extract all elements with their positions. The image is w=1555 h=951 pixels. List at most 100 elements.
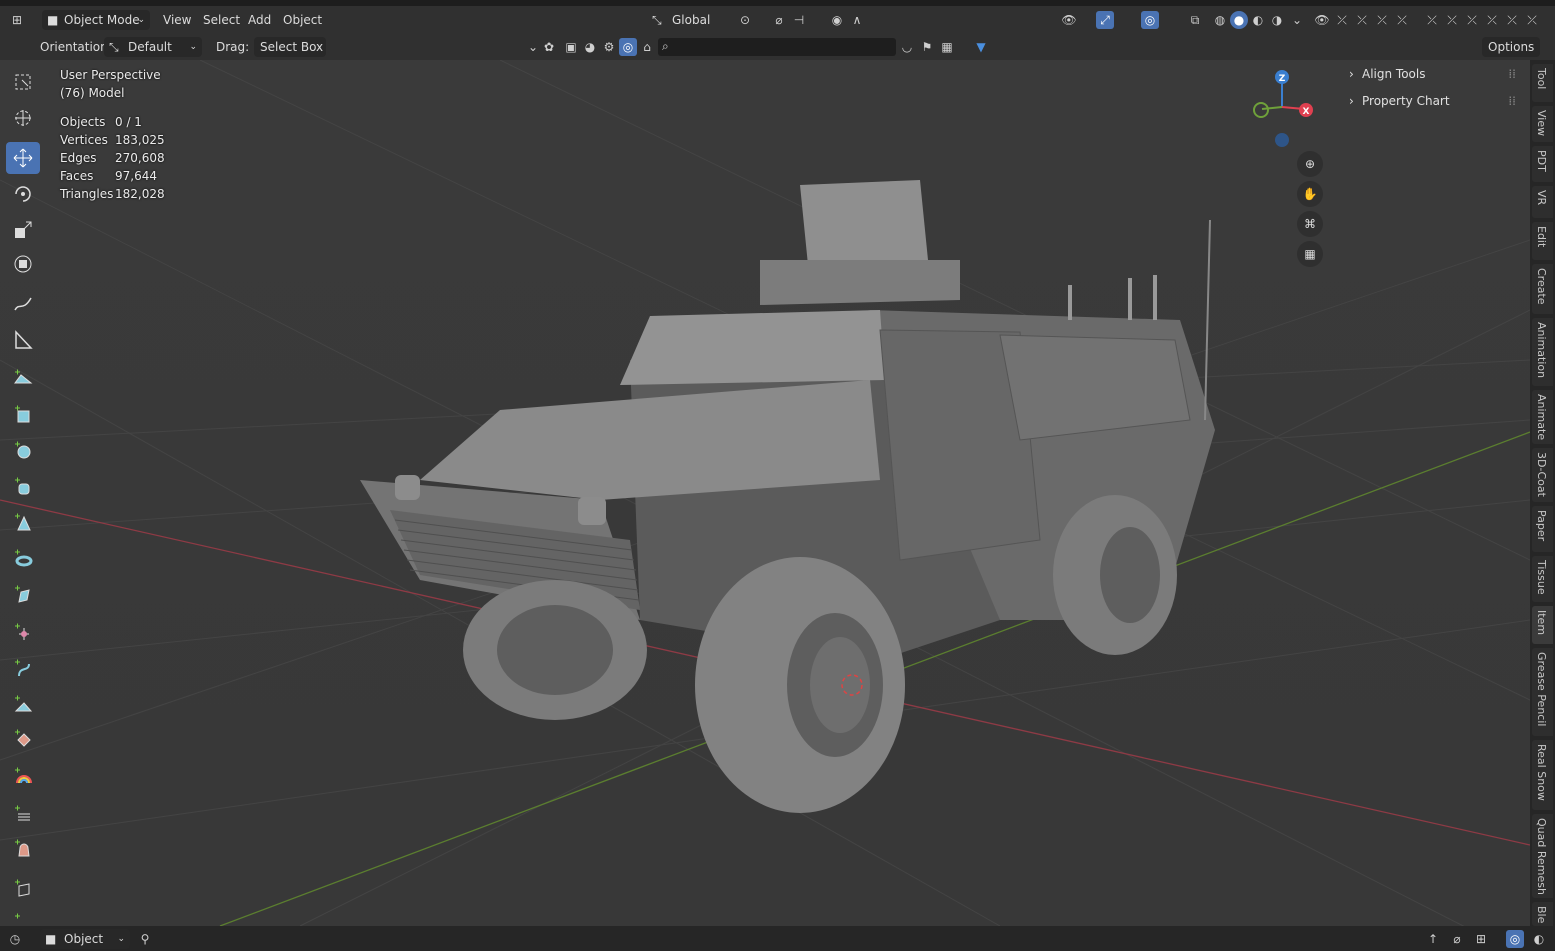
snap-target-icon[interactable]: ⊣ (790, 11, 808, 29)
add-curve-tool[interactable] (6, 652, 40, 684)
collection-toggle-icon[interactable]: ⤫ (1503, 11, 1521, 29)
navigation-gizmo[interactable]: Z X (1240, 65, 1320, 155)
3d-viewport[interactable]: User Perspective (76) Model Objects 0 / … (0, 60, 1530, 926)
drag-handle-icon[interactable]: ⁞⁞ (1508, 63, 1516, 85)
add-empty-tool[interactable] (6, 616, 40, 648)
tab-tissue[interactable]: Tissue (1532, 556, 1553, 602)
drag-handle-icon[interactable]: ⁞⁞ (1508, 90, 1516, 112)
menu-view[interactable]: View (163, 10, 191, 30)
select-box-tool[interactable] (6, 66, 40, 98)
zoom-icon[interactable]: ⊕ (1297, 151, 1323, 177)
snap-icon[interactable]: ⌀ (1448, 930, 1466, 948)
solid-shading-icon[interactable]: ● (1230, 11, 1248, 29)
add-sphere-tool[interactable] (6, 434, 40, 466)
tab-pdt[interactable]: PDT (1532, 146, 1553, 182)
tab-ble[interactable]: Ble (1532, 902, 1553, 926)
hide-in-viewport-icon[interactable]: 👁 (1313, 11, 1331, 29)
pan-hand-icon[interactable]: ✋ (1297, 181, 1323, 207)
select-mode-icon[interactable]: ▣ (562, 38, 580, 56)
add-frame-tool[interactable] (6, 872, 40, 904)
indirect-only-icon[interactable]: ⤫ (1393, 11, 1411, 29)
proportional-editing-icon[interactable]: ◉ (828, 11, 846, 29)
bookmark-icon[interactable]: ⚑ (918, 38, 936, 56)
transform-tool[interactable] (6, 248, 40, 280)
annotate-tool[interactable] (6, 288, 40, 320)
tab-view[interactable]: View (1532, 106, 1553, 142)
add-torus-tool[interactable] (6, 542, 40, 574)
panel-align-tools[interactable]: › Align Tools ⁞⁞ (1342, 63, 1522, 85)
pivot-point-icon[interactable]: ⊙ (736, 11, 754, 29)
add-bell-tool[interactable] (6, 832, 40, 864)
rendered-shading-icon[interactable]: ◑ (1268, 11, 1286, 29)
shading-options-chevron-icon[interactable]: ⌄ (1288, 11, 1306, 29)
add-shape-tool[interactable] (6, 578, 40, 610)
disable-selection-icon[interactable]: ⤫ (1333, 11, 1351, 29)
panel-property-chart[interactable]: › Property Chart ⁞⁞ (1342, 90, 1522, 112)
disable-render-icon[interactable]: ⤫ (1353, 11, 1371, 29)
drag-dropdown[interactable]: Select Box (254, 37, 326, 57)
add-gem-tool[interactable] (6, 722, 40, 754)
tab-animate[interactable]: Animate (1532, 390, 1553, 444)
xray-toggle-icon[interactable]: ⧉ (1186, 11, 1204, 29)
tab-3d-coat[interactable]: 3D-Coat (1532, 448, 1553, 502)
hold-icon[interactable]: ⤫ (1373, 11, 1391, 29)
add-misc-tool[interactable] (6, 906, 40, 926)
tab-edit[interactable]: Edit (1532, 222, 1553, 260)
add-cone-tool[interactable] (6, 506, 40, 538)
overlays-icon[interactable]: ◎ (1506, 930, 1524, 948)
add-rainbow-tool[interactable] (6, 760, 40, 792)
object-selector[interactable]: ■ Object ⌄ (40, 929, 130, 949)
scale-tool[interactable] (6, 214, 40, 246)
tab-vr[interactable]: VR (1532, 186, 1553, 218)
timeline-editor-icon[interactable]: ◷ (6, 930, 24, 948)
falloff-icon[interactable]: ∧ (848, 11, 866, 29)
pin-icon[interactable]: ⚲ (136, 930, 154, 948)
tab-real-snow[interactable]: Real Snow (1532, 740, 1553, 810)
orientation-dropdown[interactable]: ⤡ Default ⌄ (104, 37, 202, 57)
menu-add[interactable]: Add (248, 10, 271, 30)
neg-z-axis-handle[interactable] (1275, 133, 1289, 147)
filter-shape-icon[interactable]: ◡ (898, 38, 916, 56)
add-spring-tool[interactable] (6, 798, 40, 830)
collection-toggle-icon[interactable]: ⤫ (1443, 11, 1461, 29)
editor-type-icon[interactable]: ⊞ (8, 11, 26, 29)
tab-tool[interactable]: Tool (1532, 64, 1553, 102)
y-axis-handle[interactable] (1253, 102, 1269, 118)
tab-item[interactable]: Item (1532, 606, 1553, 644)
menu-select[interactable]: Select (203, 10, 240, 30)
rotate-tool[interactable] (6, 178, 40, 210)
sphere-icon[interactable]: ◕ (581, 38, 599, 56)
layout-icon[interactable]: ▦ (938, 38, 956, 56)
tab-create[interactable]: Create (1532, 264, 1553, 314)
tab-quad-remesh[interactable]: Quad Remesh (1532, 814, 1553, 898)
measure-tool[interactable] (6, 324, 40, 356)
globe-icon[interactable]: ◎ (619, 38, 637, 56)
transform-orientation-selector[interactable]: ⤡ Global (648, 10, 726, 30)
collection-toggle-icon[interactable]: ⤫ (1423, 11, 1441, 29)
search-input[interactable]: ⌕ (658, 38, 896, 56)
visibility-selectability-icon[interactable]: 👁 (1060, 11, 1078, 29)
collection-toggle-icon[interactable]: ⤫ (1483, 11, 1501, 29)
options-dropdown[interactable]: Options (1482, 37, 1541, 57)
tab-grease-pencil[interactable]: Grease Pencil (1532, 648, 1553, 736)
shading-icon[interactable]: ◐ (1530, 930, 1548, 948)
tab-paper[interactable]: Paper (1532, 506, 1553, 552)
building-icon[interactable]: ⌂ (638, 38, 656, 56)
wireframe-shading-icon[interactable]: ◍ (1211, 11, 1229, 29)
gizmo-toggle-icon[interactable]: ⤢ (1096, 11, 1114, 29)
color-wheel-icon[interactable]: ✿ (540, 38, 558, 56)
add-plane-tool[interactable] (6, 362, 40, 394)
perspective-grid-icon[interactable]: ▦ (1297, 241, 1323, 267)
add-cylinder-tool[interactable] (6, 470, 40, 502)
overlays-toggle-icon[interactable]: ◎ (1141, 11, 1159, 29)
grid-snap-icon[interactable]: ⊞ (1472, 930, 1490, 948)
shapes-icon[interactable]: ⚙ (600, 38, 618, 56)
move-tool[interactable] (6, 142, 40, 174)
collection-toggle-icon[interactable]: ⤫ (1463, 11, 1481, 29)
add-mountain-tool[interactable] (6, 688, 40, 720)
arrow-up-icon[interactable]: ↑ (1424, 930, 1442, 948)
camera-icon[interactable]: ⌘ (1297, 211, 1323, 237)
add-cube-tool[interactable] (6, 398, 40, 430)
menu-object[interactable]: Object (283, 10, 322, 30)
collection-toggle-icon[interactable]: ⤫ (1523, 11, 1541, 29)
